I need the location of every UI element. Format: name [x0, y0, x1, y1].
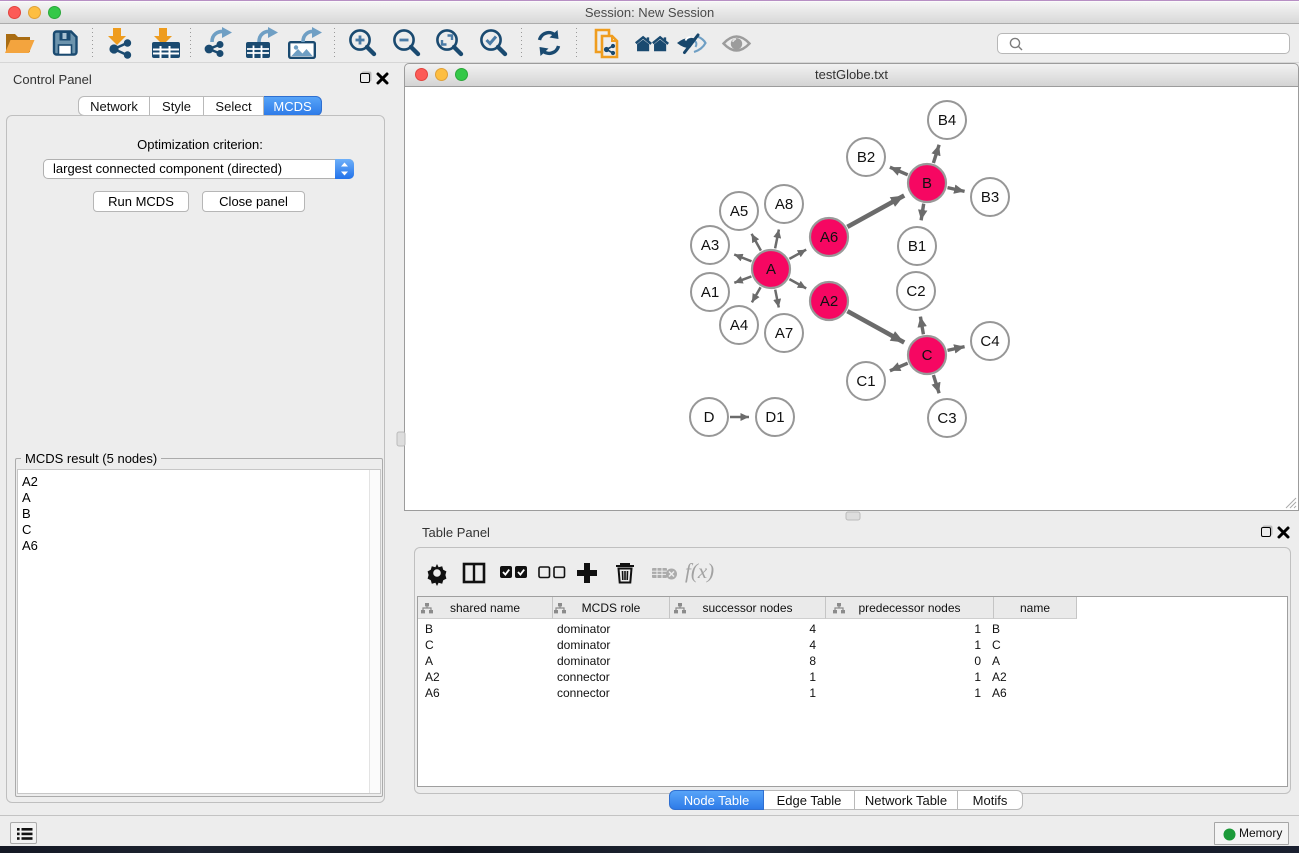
svg-text:A1: A1 [701, 284, 719, 301]
svg-text:A7: A7 [775, 325, 793, 342]
svg-text:A5: A5 [730, 203, 748, 220]
svg-text:A3: A3 [701, 237, 719, 254]
svg-text:C1: C1 [856, 373, 875, 390]
svg-text:A2: A2 [820, 293, 838, 310]
svg-text:B2: B2 [857, 149, 875, 166]
svg-text:C: C [922, 347, 933, 364]
svg-text:A4: A4 [730, 317, 748, 334]
svg-text:B3: B3 [981, 189, 999, 206]
svg-text:A8: A8 [775, 196, 793, 213]
svg-text:B4: B4 [938, 112, 956, 129]
svg-text:D: D [704, 409, 715, 426]
svg-text:C3: C3 [937, 410, 956, 427]
svg-text:C2: C2 [906, 283, 925, 300]
svg-text:A6: A6 [820, 229, 838, 246]
svg-text:C4: C4 [980, 333, 999, 350]
svg-text:D1: D1 [765, 409, 784, 426]
svg-text:A: A [766, 261, 776, 278]
svg-text:B1: B1 [908, 238, 926, 255]
svg-text:B: B [922, 175, 932, 192]
